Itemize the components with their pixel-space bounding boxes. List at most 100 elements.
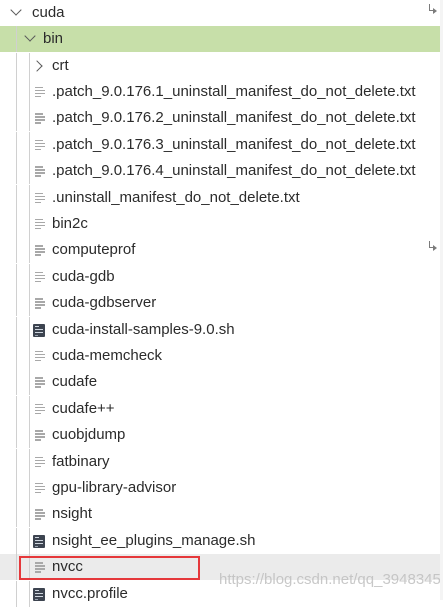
indent-guide [16,422,17,449]
chevron-down-icon[interactable] [10,4,22,16]
file-tree: cuda bin crt .patch_9.0.176.1_uninstall_m… [0,0,443,607]
text-file-icon [35,165,45,177]
indent-guide [16,210,17,237]
indent-guide [16,448,17,475]
indent-guide [29,422,30,449]
text-file-icon [35,376,45,388]
file-label: fatbinary [52,452,110,470]
indent-guide [16,158,17,185]
tree-row-item[interactable]: bin2c [0,210,443,237]
file-label: gpu-library-advisor [52,478,177,496]
file-label: cuda-gdbserver [52,294,157,312]
indent-guide [29,369,30,396]
tree-row-bin[interactable]: bin [0,26,443,52]
indent-guide [16,105,17,132]
text-file-icon [35,482,45,494]
tree-row-item[interactable]: cuda-gdbserver [0,290,443,317]
tree-row-item[interactable]: cudafe [0,369,443,396]
indent-guide [29,395,30,422]
tree-row-item[interactable]: computeprof [0,237,443,264]
chevron-right-icon[interactable] [31,59,43,72]
file-label: nvcc.profile [52,584,128,602]
tree-row-item[interactable]: crt [0,52,443,79]
shell-script-icon [33,587,45,601]
file-label: .patch_9.0.176.1_uninstall_manifest_do_n… [52,82,416,100]
tree-row-item[interactable]: fatbinary [0,448,443,475]
file-label: cuda-memcheck [52,346,163,364]
text-file-icon [35,271,45,283]
indent-guide [16,131,17,158]
text-file-icon [35,403,45,415]
file-label: .patch_9.0.176.3_uninstall_manifest_do_n… [52,135,416,153]
indent-guide [29,501,30,528]
text-file-icon [35,350,45,362]
indent-guide [29,78,30,105]
file-label: cuda-gdb [52,267,115,285]
indent-guide [16,263,17,290]
file-label: cudafe++ [52,399,115,417]
text-file-icon [35,508,45,520]
chevron-down-icon[interactable] [24,30,36,42]
tree-row-item[interactable]: .patch_9.0.176.2_uninstall_manifest_do_n… [0,105,443,132]
indent-guide [29,210,30,237]
text-file-icon [35,139,45,151]
indent-guide [29,342,30,369]
folder-label: bin [43,30,64,47]
symlink-icon [428,4,437,14]
tree-row-item[interactable]: gpu-library-advisor [0,474,443,501]
tree-row-item[interactable]: cuda-install-samples-9.0.sh [0,316,443,343]
file-label: nsight_ee_plugins_manage.sh [52,531,256,549]
indent-guide [16,342,17,369]
tree-row-item[interactable]: .patch_9.0.176.1_uninstall_manifest_do_n… [0,78,443,105]
indent-guide [16,580,17,607]
tree-row-item[interactable]: nsight_ee_plugins_manage.sh [0,527,443,554]
text-file-icon [35,112,45,124]
indent-guide [29,237,30,264]
file-label: crt [52,56,69,74]
text-file-icon [35,429,45,441]
indent-guide [16,78,17,105]
indent-guide [29,474,30,501]
indent-guide [16,316,17,343]
indent-guide [16,554,17,581]
indent-guide [29,448,30,475]
indent-guide [29,580,30,607]
indent-guide [16,527,17,554]
text-file-icon [35,456,45,468]
file-label: .patch_9.0.176.4_uninstall_manifest_do_n… [52,162,416,180]
symlink-icon [428,241,437,252]
tree-row-item[interactable]: nsight [0,501,443,528]
file-label: computeprof [52,241,136,259]
tree-row-item[interactable]: .patch_9.0.176.4_uninstall_manifest_do_n… [0,158,443,185]
indent-guide [16,395,17,422]
tree-row-item[interactable]: cuobjdump [0,422,443,449]
tree-row-item[interactable]: cudafe++ [0,395,443,422]
folder-label: cuda [32,4,65,21]
text-file-icon [35,297,45,309]
text-file-icon [35,244,45,256]
shell-script-icon [33,534,45,548]
tree-row-item[interactable]: .uninstall_manifest_do_not_delete.txt [0,184,443,211]
indent-guide [16,184,17,211]
indent-guide [29,263,30,290]
indent-guide [29,131,30,158]
indent-guide [16,290,17,317]
file-label: nsight [52,505,93,523]
tree-row-item[interactable]: cuda-gdb [0,263,443,290]
indent-guide [29,105,30,132]
selection-highlight-box [19,556,200,580]
indent-guide [16,501,17,528]
tree-row-item[interactable]: .patch_9.0.176.3_uninstall_manifest_do_n… [0,131,443,158]
indent-guide [16,26,17,52]
indent-guide [16,369,17,396]
file-label: .patch_9.0.176.2_uninstall_manifest_do_n… [52,109,416,127]
tree-row-cuda[interactable]: cuda [0,0,443,26]
indent-guide [16,237,17,264]
file-label: cudafe [52,373,98,391]
file-label: cuda-install-samples-9.0.sh [52,320,235,338]
text-file-icon [35,86,45,98]
watermark: https://blog.csdn.net/qq_39483453 [219,571,443,588]
tree-row-item[interactable]: cuda-memcheck [0,342,443,369]
indent-guide [16,52,17,79]
text-file-icon [35,218,45,230]
